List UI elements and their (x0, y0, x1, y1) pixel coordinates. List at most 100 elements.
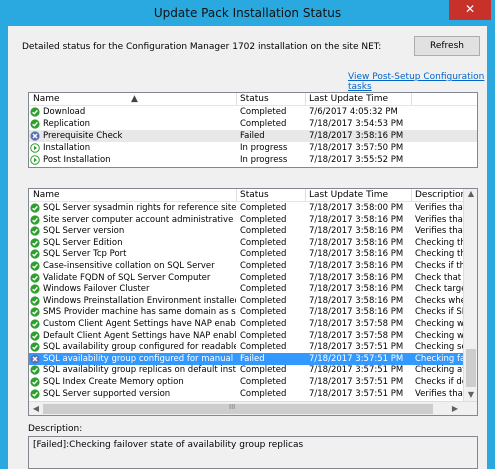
column-divider[interactable] (411, 93, 412, 106)
cell-name: Download (43, 107, 86, 117)
prerequisite-list[interactable]: Name Status Last Update Time Description… (28, 188, 478, 416)
in-progress-icon (30, 143, 40, 153)
completed-check-icon (30, 377, 40, 387)
list-item[interactable]: SQL availability group configured for re… (29, 341, 477, 353)
cell-time: 7/18/2017 3:58:16 PM (309, 261, 404, 271)
installation-status-window: Update Pack Installation Status ✕ Detail… (0, 0, 495, 469)
column-header-name[interactable]: Name (33, 190, 60, 200)
column-header-status[interactable]: Status (240, 190, 269, 200)
cell-status: Failed (240, 131, 265, 141)
column-header-time[interactable]: Last Update Time (309, 94, 388, 104)
list-item[interactable]: SMS Provider machine has same domain as … (29, 306, 477, 318)
cell-time: 7/18/2017 3:58:16 PM (309, 237, 404, 248)
list-item[interactable]: Installation In progress 7/18/2017 3:57:50… (29, 142, 477, 154)
column-divider[interactable] (411, 189, 412, 202)
horizontal-scrollbar[interactable]: ◀ III ▶ (29, 401, 477, 415)
cell-name: Replication (43, 119, 91, 129)
list-item[interactable]: Replication Completed 7/18/2017 3:54:53 PM (29, 118, 477, 130)
cell-desc: Checking whether (415, 319, 463, 329)
title-bar[interactable]: Update Pack Installation Status ✕ (0, 0, 495, 26)
cell-desc: Verifies that the ve (415, 388, 463, 399)
list-item[interactable]: Windows Failover Cluster Completed 7/18/20… (29, 283, 477, 295)
list-item[interactable]: Validate FQDN of SQL Server Computer Comp… (29, 272, 477, 284)
description-box[interactable]: [Failed]:Checking failover state of avai… (28, 436, 478, 469)
completed-check-icon (30, 342, 40, 352)
list-item[interactable]: SQL Server sysadmin rights for reference… (29, 202, 477, 214)
cell-time: 7/18/2017 3:58:16 PM (309, 131, 404, 141)
list-item[interactable]: SQL availability group configured for ma… (29, 352, 477, 365)
column-header-time[interactable]: Last Update Time (309, 190, 388, 200)
description-label: Description: (28, 424, 83, 434)
cell-name: Site server computer account administrat… (43, 214, 236, 225)
completed-check-icon (30, 107, 40, 117)
cell-name: SQL availability group replicas on defau… (43, 365, 236, 376)
list-item[interactable]: SQL Server Tcp Port Completed 7/18/2017 3:… (29, 248, 477, 260)
cell-desc: Checking the site S (415, 249, 463, 260)
post-setup-tasks-link[interactable]: View Post-Setup Configuration tasks (348, 72, 487, 92)
failed-x-icon (30, 131, 40, 141)
cell-status: Completed (240, 365, 287, 376)
list-item[interactable]: Prerequisite Check Failed 7/18/2017 3:58:1… (29, 130, 477, 142)
description-text: [Failed]:Checking failover state of avai… (33, 440, 304, 450)
cell-status: In progress (240, 155, 288, 165)
list-item[interactable]: SQL availability group replicas on defau… (29, 364, 477, 376)
cell-time: 7/18/2017 3:55:52 PM (309, 155, 404, 165)
vertical-scrollbar[interactable]: ▲ ▼ (463, 189, 477, 403)
scroll-grip-icon: III (229, 403, 236, 411)
cell-status: Completed (240, 261, 287, 271)
scroll-up-arrow-icon[interactable]: ▲ (465, 189, 477, 201)
list-item[interactable]: SQL Server version Completed 7/18/2017 3:5… (29, 225, 477, 237)
completed-check-icon (30, 330, 40, 341)
cell-time: 7/18/2017 3:57:51 PM (309, 342, 404, 353)
prerequisite-list-header: Name Status Last Update Time Description (29, 189, 477, 202)
list-item[interactable]: SQL Server supported version Completed 7/1… (29, 388, 477, 400)
completed-check-icon (30, 261, 40, 271)
failed-x-icon (30, 354, 40, 364)
column-header-description[interactable]: Description (415, 190, 466, 200)
cell-name: Installation (43, 143, 91, 153)
completed-check-icon (30, 203, 40, 213)
phase-list[interactable]: Name ▲ Status Last Update Time Download C… (28, 92, 478, 168)
list-item[interactable]: Default Client Agent Settings have NAP e… (29, 330, 477, 342)
completed-check-icon (30, 238, 40, 248)
list-item[interactable]: SQL Server Edition Completed 7/18/2017 3:5… (29, 237, 477, 249)
list-item[interactable]: Download Completed 7/6/2017 4:05:32 PM (29, 106, 477, 118)
column-divider[interactable] (305, 189, 306, 202)
cell-desc: Verifies that the si (415, 214, 463, 225)
column-divider[interactable] (236, 189, 237, 202)
cell-name: SQL Server supported version (43, 388, 171, 399)
list-item[interactable]: Site server computer account administrat… (29, 214, 477, 226)
cell-desc: Check that the spe (415, 272, 463, 283)
completed-check-icon (30, 119, 40, 129)
dialog-client-area: Detailed status for the Configuration Ma… (8, 26, 487, 469)
cell-desc: Checking seconda (415, 342, 463, 353)
cell-desc: Check target SDK (415, 284, 463, 295)
column-header-name[interactable]: Name (33, 94, 60, 104)
column-header-status[interactable]: Status (240, 94, 269, 104)
close-button[interactable]: ✕ (449, 0, 491, 20)
list-item[interactable]: Custom Client Agent Settings have NAP en… (29, 318, 477, 330)
refresh-button[interactable]: Refresh (414, 36, 480, 56)
horizontal-scroll-thumb[interactable]: III (43, 403, 433, 414)
cell-time: 7/18/2017 3:57:51 PM (309, 365, 404, 376)
cell-name: Prerequisite Check (43, 131, 123, 141)
scroll-left-arrow-icon[interactable]: ◀ (30, 403, 42, 415)
cell-desc: Checking failover s (415, 353, 463, 364)
column-divider[interactable] (305, 93, 306, 106)
cell-name: SQL Server sysadmin rights for reference… (43, 203, 236, 213)
cell-status: Completed (240, 203, 287, 213)
vertical-scroll-thumb[interactable] (466, 349, 476, 387)
column-divider[interactable] (236, 93, 237, 106)
cell-name: Windows Failover Cluster (43, 284, 150, 295)
list-item[interactable]: SQL Index Create Memory option Completed 7… (29, 376, 477, 388)
cell-time: 7/18/2017 3:58:16 PM (309, 214, 404, 225)
cell-time: 7/18/2017 3:54:53 PM (309, 119, 404, 129)
list-item[interactable]: Windows Preinstallation Environment inst… (29, 295, 477, 307)
scroll-right-arrow-icon[interactable]: ▶ (449, 403, 461, 415)
cell-name: SQL Server Tcp Port (43, 249, 127, 260)
cell-name: SMS Provider machine has same domain as … (43, 307, 236, 318)
cell-time: 7/18/2017 3:58:16 PM (309, 226, 404, 237)
cell-name: Custom Client Agent Settings have NAP en… (43, 319, 236, 329)
list-item[interactable]: Case-insensitive collation on SQL Server… (29, 260, 477, 272)
list-item[interactable]: Post Installation In progress 7/18/2017 3:… (29, 154, 477, 166)
